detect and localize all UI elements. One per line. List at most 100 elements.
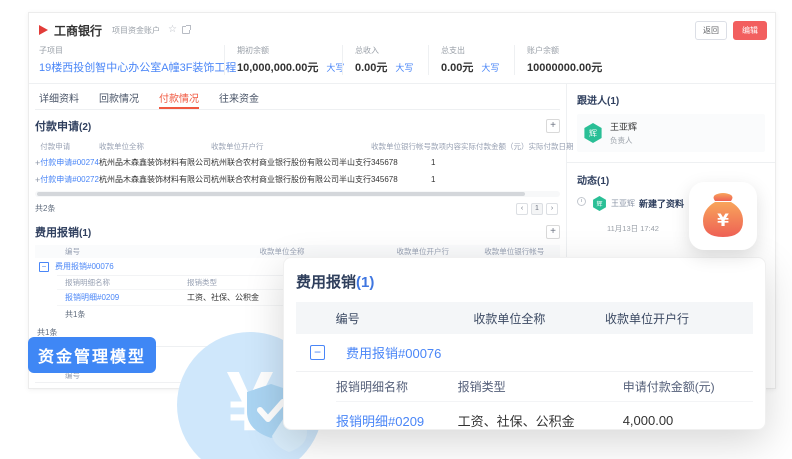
field-value: 10,000,000.00元 [237,62,318,74]
col-header: 报销明细名称 [57,277,187,288]
field-account-balance: 账户余额 10000000.00元 [514,45,614,75]
edit-button[interactable]: 编辑 [733,21,767,40]
page-prev-button[interactable]: ‹ [516,203,528,215]
field-value: 0.00元 [441,62,473,74]
col-header: 付款申请 [40,139,99,154]
col-header: 实际付款金额（元） [461,139,529,154]
subproject-link[interactable]: 19楼西投创智中心办公室A幢3F装饰工程 [39,59,212,75]
tab-collections[interactable]: 回款情况 [99,90,139,109]
follower-name: 王亚辉 [610,120,637,133]
followers-title: 跟进人 [577,96,607,107]
col-header: 收款单位银行帐号 [371,139,431,154]
field-label: 期初余额 [237,45,330,56]
tab-details[interactable]: 详细资料 [39,90,79,109]
col-header: 申请付款金额(元) [623,378,753,395]
payment-request-link[interactable]: 付款申请#00272 [40,171,99,188]
follower-item[interactable]: 辉 王亚辉 负责人 [577,114,765,152]
field-total-income: 总收入 0.00元大写 [342,45,428,75]
topbar: 工商银行 项目资金账户 ☆ 返回 编辑 [29,13,775,43]
pagination: ‹ 1 › [516,203,558,215]
horizontal-scrollbar [35,191,560,197]
payment-request-count: (2) [79,122,91,133]
row-collapse-button[interactable]: − [310,345,325,360]
col-header: 报销明细名称 [336,378,458,395]
col-header: 收款单位全称 [187,246,377,257]
col-header: 款项内容 [431,139,461,154]
overlay-table-header: 编号 收款单位全称 收款单位开户行 [296,302,753,334]
expense-detail-link[interactable]: 报销明细#0209 [336,411,458,430]
divider [567,162,775,163]
overlay-expense-row: − 费用报销#00076 [296,334,753,372]
table-row: + 付款申请#00274 杭州品木森鑫装饰材料有限公司 杭州联合农村商业银行股份… [35,154,573,171]
page-subtitle: 项目资金账户 [112,25,160,36]
avatar: 辉 [592,196,607,211]
cell-bank: 杭州联合农村商业银行股份有限公司半山支行 [211,154,371,171]
brand-arrow-icon [39,25,48,35]
summary-bar: 子项目 19楼西投创智中心办公室A幢3F装饰工程 期初余额 10,000,000… [29,43,775,84]
col-header: 收款单位开户行 [605,310,753,327]
scrollbar-thumb[interactable] [37,192,525,196]
cell-company: 杭州品木森鑫装饰材料有限公司 [99,171,211,188]
col-header: 报销类型 [458,378,623,395]
field-label: 子项目 [39,45,212,56]
moneybag-card: ¥ [689,182,757,250]
field-label: 总支出 [441,45,502,56]
col-header: 收款单位全称 [99,139,211,154]
back-button[interactable]: 返回 [695,21,727,40]
add-expense-button[interactable]: + [546,225,560,239]
col-header: 收款单位全称 [461,310,605,327]
col-header: 编号 [326,310,462,327]
activity-user: 王亚辉 [611,198,635,209]
payment-request-link[interactable]: 付款申请#00274 [40,154,99,171]
col-header: 收款单位银行帐号 [469,246,561,257]
field-total-expense: 总支出 0.00元大写 [428,45,514,75]
field-label: 账户余额 [527,45,602,56]
uppercase-link[interactable]: 大写 [395,63,413,73]
cell-company: 杭州品木森鑫装饰材料有限公司 [99,154,211,171]
model-badge: 资金管理模型 [28,337,156,373]
page-next-button[interactable]: › [546,203,558,215]
expense-detail-link[interactable]: 报销明细#0209 [57,292,187,303]
field-value: 0.00元 [355,62,387,74]
field-opening-balance: 期初余额 10,000,000.00元大写 [224,45,342,75]
clock-icon [577,197,586,206]
overlay-sub-row: 报销明细#0209 工资、社保、公积金 4,000.00 [336,402,753,430]
cell-expense-type: 工资、社保、公积金 [458,411,623,430]
tab-bar: 详细资料 回款情况 付款情况 往来资金 [35,84,560,110]
expense-title: 费用报销 [35,227,79,239]
bag-yen-symbol: ¥ [717,211,729,231]
payment-request-total: 共2条 [35,203,55,214]
overlay-title: 费用报销 [296,274,356,291]
tab-current-funds[interactable]: 往来资金 [219,90,259,109]
overlay-count: (1) [356,274,374,291]
page-number[interactable]: 1 [531,203,543,215]
col-header: 编号 [57,246,187,257]
uppercase-link[interactable]: 大写 [481,63,499,73]
activity-title: 动态 [577,176,597,187]
payment-request-title: 付款申请 [35,121,79,133]
add-payment-request-button[interactable]: + [546,119,560,133]
cell-content: 1 [431,154,461,171]
col-header: 实际付款日期 [528,139,573,154]
activity-action: 新建了资料 [639,197,684,210]
col-header: 收款单位开户行 [211,139,371,154]
avatar: 辉 [583,123,603,143]
followers-count: (1) [607,96,619,107]
moneybag-icon: ¥ [701,193,745,239]
col-header: 收款单位开户行 [377,246,469,257]
expand-icon[interactable] [182,26,190,34]
field-label: 总收入 [355,45,416,56]
overlay-sub-header: 报销明细名称 报销类型 申请付款金额(元) [336,372,753,402]
cell-amount: 4,000.00 [623,413,753,428]
activity-count: (1) [597,176,609,187]
row-collapse-button[interactable]: − [39,262,49,272]
expense-link[interactable]: 费用报销#00076 [346,343,441,362]
cell-bank: 杭州联合农村商业银行股份有限公司半山支行 [211,171,371,188]
expense-link[interactable]: 费用报销#00076 [55,261,114,272]
tab-payments[interactable]: 付款情况 [159,90,199,109]
expense-count: (1) [79,228,91,239]
cell-content: 1 [431,171,461,188]
favorite-star-icon[interactable]: ☆ [168,25,177,35]
cell-account: 345678 [371,154,431,171]
table-row: + 付款申请#00272 杭州品木森鑫装饰材料有限公司 杭州联合农村商业银行股份… [35,171,573,188]
